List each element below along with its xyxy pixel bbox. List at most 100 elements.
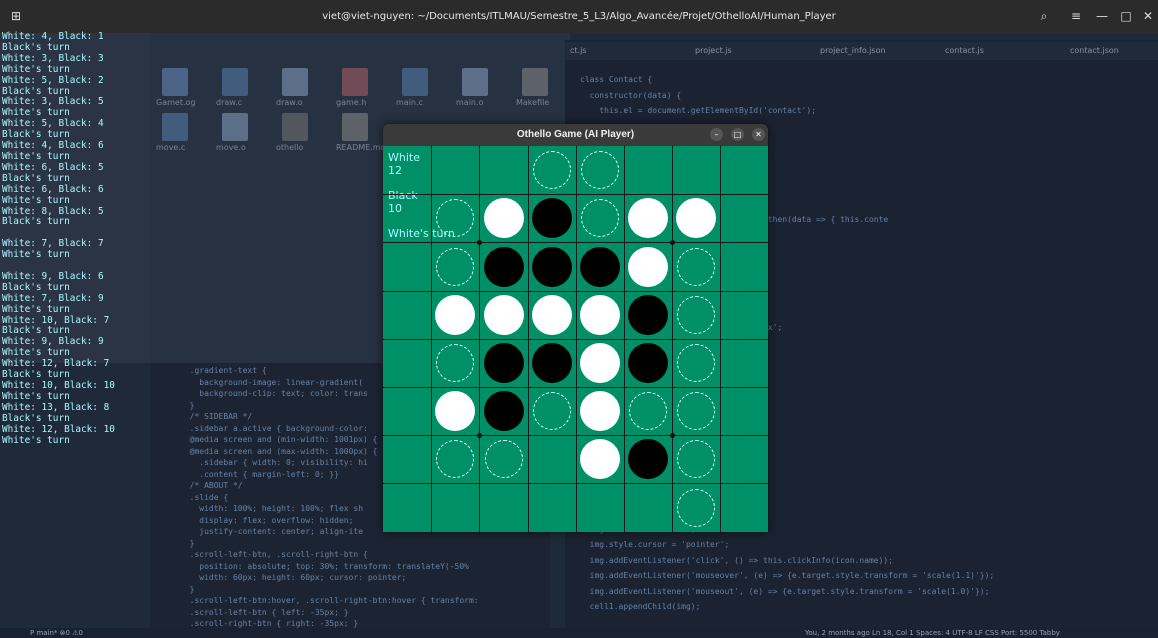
white-disc [435, 391, 475, 431]
white-disc [628, 247, 668, 287]
close-icon[interactable]: ✕ [1140, 8, 1156, 24]
code-line: /* SIDEBAR */ [180, 412, 253, 421]
white-disc [484, 198, 524, 238]
valid-move-hint[interactable] [581, 199, 619, 237]
valid-move-hint[interactable] [629, 392, 667, 430]
code-line: constructor(data) { [580, 90, 682, 100]
file-label: README.md [336, 143, 386, 152]
file-label: main.o [456, 98, 484, 107]
file-icon[interactable] [342, 68, 368, 96]
status-left: P main* ⊗0 ⚠0 [30, 629, 83, 637]
editor-tab[interactable]: contact.json [1070, 46, 1119, 55]
code-line: background-clip: text; color: trans [180, 389, 368, 398]
valid-move-hint[interactable] [677, 489, 715, 527]
close-button[interactable]: ✕ [752, 128, 765, 141]
code-line: .gradient-text { [180, 366, 267, 375]
status-bar: P main* ⊗0 ⚠0 You, 2 months ago Ln 18, C… [0, 628, 1158, 638]
board-star-point [670, 433, 675, 438]
code-line: .scroll-left-btn, .scroll-right-btn { [180, 550, 368, 559]
valid-move-hint[interactable] [677, 392, 715, 430]
valid-move-hint[interactable] [533, 151, 571, 189]
code-line: .slide { [180, 492, 229, 502]
black-disc [532, 198, 572, 238]
code-line: img.addEventListener('click', () => this… [580, 555, 894, 565]
code-line: background-image: linear-gradient( [180, 377, 364, 387]
terminal-title: viet@viet-nguyen: ~/Documents/ITLMAU/Sem… [322, 11, 836, 22]
maximize-icon[interactable]: □ [1118, 8, 1134, 24]
file-icon[interactable] [342, 113, 368, 141]
code-line: } [180, 584, 195, 594]
file-icon[interactable] [222, 113, 248, 141]
code-line: width: 60px; height: 60px; cursor: point… [180, 573, 407, 582]
valid-move-hint[interactable] [581, 151, 619, 189]
file-icon[interactable] [282, 68, 308, 96]
white-disc [580, 391, 620, 431]
valid-move-hint[interactable] [436, 440, 474, 478]
othello-window: Othello Game (AI Player) – □ ✕ White 12 … [383, 124, 768, 532]
search-icon[interactable]: ⌕ [1036, 8, 1052, 24]
editor-tab[interactable]: ct.js [570, 46, 586, 55]
file-label: draw.o [276, 98, 303, 107]
file-icon[interactable] [462, 68, 488, 96]
board-star-point [477, 433, 482, 438]
terminal-line: White: 6, Black: 6 [2, 183, 104, 195]
editor-tab[interactable]: project.js [695, 46, 732, 55]
editor-tab[interactable]: contact.js [945, 46, 984, 55]
valid-move-hint[interactable] [677, 440, 715, 478]
white-disc [676, 198, 716, 238]
file-label: Gamet.og [156, 98, 196, 107]
code-line: .content { margin-left: 0; }} [180, 469, 339, 479]
menu-icon[interactable]: ≡ [1068, 8, 1084, 24]
code-line: this.el = document.getElementById('conta… [580, 106, 817, 115]
file-label: draw.c [216, 98, 243, 107]
file-icon[interactable] [162, 68, 188, 96]
valid-move-hint[interactable] [677, 248, 715, 286]
file-icon[interactable] [162, 113, 188, 141]
terminal-line: White's turn [2, 434, 70, 446]
file-icon[interactable] [522, 68, 548, 96]
valid-move-hint[interactable] [677, 296, 715, 334]
board-gridline [672, 146, 673, 532]
maximize-button[interactable]: □ [731, 128, 744, 141]
code-line: width: 100%; height: 100%; flex sh [180, 504, 364, 513]
black-disc [532, 247, 572, 287]
code-line: cell1.appendChild(img); [580, 602, 701, 611]
status-right: You, 2 months ago Ln 18, Col 1 Spaces: 4… [805, 629, 1060, 637]
othello-board[interactable]: White 12 Black 10 White's turn [383, 146, 768, 532]
valid-move-hint[interactable] [533, 392, 571, 430]
board-gridline [720, 146, 721, 532]
black-label: Black [388, 189, 418, 202]
valid-move-hint[interactable] [436, 344, 474, 382]
board-gridline [624, 146, 625, 532]
file-icon[interactable] [282, 113, 308, 141]
code-line: position: absolute; top: 30%; transform:… [180, 561, 469, 571]
terminal-output: White: 4, Black: 1 Black's turn White: 3, … [2, 31, 152, 446]
code-line: justify-content: center; align-ite [180, 527, 364, 536]
file-icon[interactable] [222, 68, 248, 96]
terminal-line: White's turn [2, 194, 70, 206]
terminal-line: White's turn [2, 63, 70, 75]
minimize-icon[interactable]: — [1094, 8, 1110, 24]
terminal-line: White: 5, Black: 2 [2, 74, 104, 86]
valid-move-hint[interactable] [436, 199, 474, 237]
terminal-line: White's turn [2, 249, 70, 261]
editor-tab[interactable]: project_info.json [820, 46, 886, 55]
terminal-line: Black's turn [2, 412, 70, 424]
black-disc [628, 295, 668, 335]
black-disc [628, 439, 668, 479]
code-line: class Contact { [580, 75, 653, 84]
code-line: img.style.cursor = 'pointer'; [580, 540, 730, 549]
minimize-button[interactable]: – [710, 128, 723, 141]
valid-move-hint[interactable] [485, 440, 523, 478]
code-line: /* ABOUT */ [180, 481, 243, 490]
code-line: .sidebar { width: 0; visibility: hi [180, 458, 368, 467]
top-bar: ⊞ viet@viet-nguyen: ~/Documents/ITLMAU/S… [0, 0, 1158, 33]
board-gridline [383, 387, 768, 388]
black-disc [580, 247, 620, 287]
valid-move-hint[interactable] [677, 344, 715, 382]
valid-move-hint[interactable] [436, 248, 474, 286]
editor-tabs: ct.js project.js project_info.json contact.… [565, 42, 1158, 60]
black-disc [484, 343, 524, 383]
file-icon[interactable] [402, 68, 428, 96]
white-disc [580, 343, 620, 383]
